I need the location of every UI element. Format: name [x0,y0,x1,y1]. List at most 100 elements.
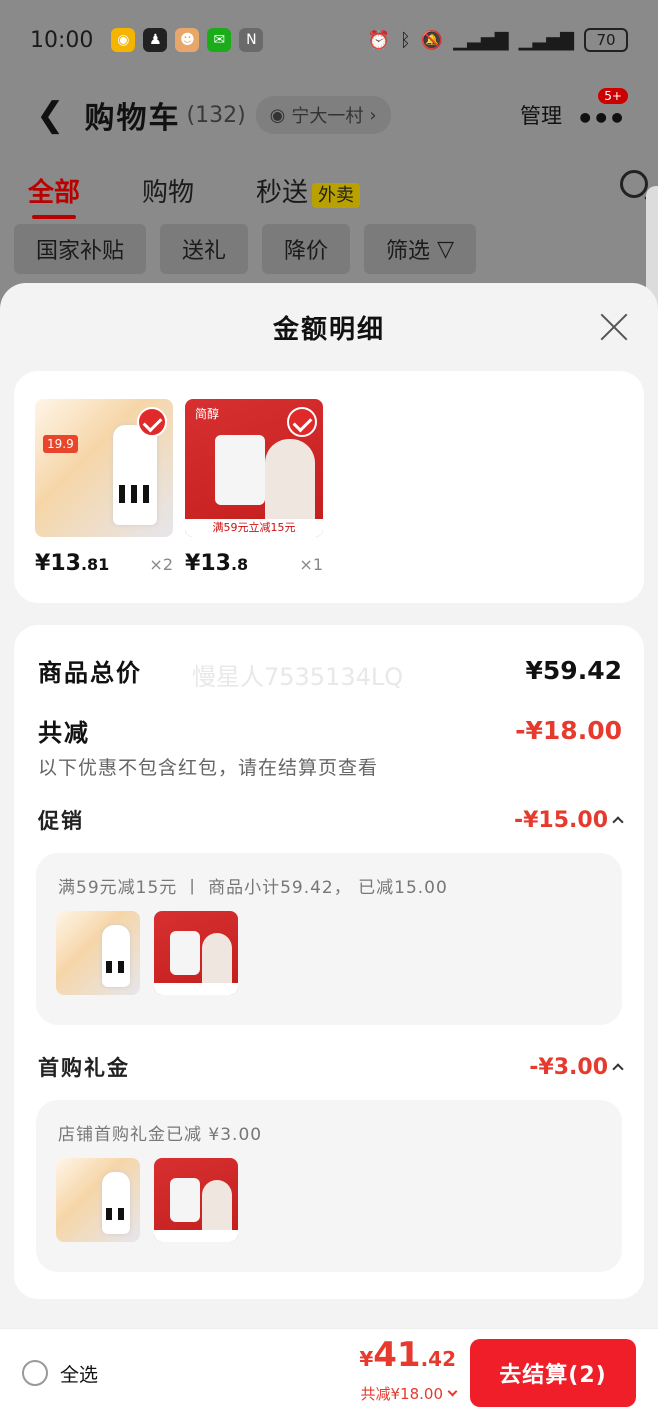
item-price-row: ¥ 13 .8 ×1 [185,551,323,576]
promo-label: 促销 [38,809,84,833]
promo-thumbs [56,911,238,995]
yogurt-bag [215,435,265,505]
back-icon[interactable]: ❮ [36,95,65,135]
yogurt-bag [170,1178,200,1222]
milk-bottle [102,1172,130,1234]
filter-price-drop[interactable]: 降价 [262,224,351,274]
filter-more-label: 筛选 [386,239,431,264]
tab-all[interactable]: 全部 [28,172,80,219]
thumb-tagline [154,1230,238,1242]
select-all-label[interactable]: 全选 [60,1360,98,1387]
final-total: ¥ 41 .42 [359,1335,456,1375]
tab-instant-label: 秒送 [256,177,309,208]
status-right: ⏰ ᛒ 🔕 ▁▃▅▇ ▁▃▅▇ 70 [368,28,628,52]
price-dec: .81 [80,555,110,574]
savings-toggle[interactable]: 共减¥18.00 [360,1383,458,1404]
close-icon[interactable] [600,313,628,341]
location-label: 宁大一村 [291,106,364,127]
spokesperson [265,439,315,529]
yogurt-thumb [154,911,238,995]
promo-row[interactable]: 促销 -¥15.00 [38,805,624,835]
promo-tagline: 满59元立减15元 [185,519,323,537]
filter-icon: ▽ [437,236,454,262]
price-dec: .8 [230,555,249,574]
gift-desc: 店铺首购礼金已减 ¥3.00 [58,1125,263,1145]
savings-text: 共减¥18.00 [360,1385,444,1403]
milk-thumb [56,911,140,995]
yogurt-product-image: 简醇 满59元立减15元 [185,399,323,537]
milk-product-image: 19.9 [35,399,173,537]
notification-badge: 5+ [598,88,628,104]
chevron-up-icon[interactable] [612,816,624,828]
bluetooth-icon: ᛒ [400,29,411,51]
tab-shopping[interactable]: 购物 [142,172,194,209]
amount-detail-sheet: 金额明细 19.9 ¥ 13 .81 ×2 简醇 满59元立减15元 ¥ 13 … [0,283,658,1416]
cart-tabs: 全部 购物 秒送 外卖 [28,162,648,219]
filter-subsidy[interactable]: 国家补贴 [14,224,147,274]
chevron-right-icon: › [369,104,377,126]
qq-icon: ♟ [143,28,168,52]
promo-detail-box: 满59元减15元 丨 商品小计59.42， 已减15.00 [36,853,622,1025]
mute-icon: 🔕 [420,29,444,51]
cart-count: (132) [186,102,246,128]
currency: ¥ [185,551,201,576]
discount-note: 以下优惠不包含红包，请在结算页查看 [38,757,379,779]
battery-icon: 70 [584,28,628,52]
selected-item[interactable]: 19.9 ¥ 13 .81 ×2 [35,399,173,576]
discount-row: 共减 -¥18.00 [38,713,622,748]
price-int: 13 [50,551,81,576]
weibo-icon: ◉ [111,28,136,52]
search-icon[interactable] [620,170,648,198]
promo-label: 19.9 [43,435,78,453]
eye-icon: ◉ [269,104,286,126]
wechat-icon: ✉ [207,28,232,52]
filter-more[interactable]: 筛选 ▽ [364,224,476,274]
gift-value-wrap: -¥3.00 [529,1054,624,1080]
signal-icon: ▁▃▅▇ [453,29,509,51]
item-qty: ×2 [149,555,173,574]
total-label: 商品总价 [38,659,142,687]
yogurt-bag [170,931,200,975]
cart-header: ❮ 购物车 (132) ◉ 宁大一村 › 管理 ••• 5+ [0,80,658,150]
location-selector[interactable]: ◉ 宁大一村 › [255,96,391,134]
more-icon[interactable]: ••• [576,102,626,135]
thumb-tagline [154,983,238,995]
select-all-radio[interactable] [22,1360,48,1386]
spokesperson [202,933,232,989]
total-int: 41 [373,1335,421,1375]
gift-value: -¥3.00 [529,1054,608,1080]
filter-gift[interactable]: 送礼 [160,224,249,274]
promo-desc: 满59元减15元 丨 商品小计59.42， 已减15.00 [58,878,448,898]
currency: ¥ [359,1347,374,1371]
selected-item[interactable]: 简醇 满59元立减15元 ¥ 13 .8 ×1 [185,399,323,576]
filter-chips: 国家补贴 送礼 降价 筛选 ▽ [14,224,476,274]
discount-note-row: 以下优惠不包含红包，请在结算页查看 [38,753,622,780]
page-title: 购物车 [84,101,181,136]
milk-thumb [56,1158,140,1242]
milk-bottle [113,425,157,525]
sheet-title: 金额明细 [272,315,385,345]
checkout-bar: 全选 ¥ 41 .42 共减¥18.00 去结算(2) [0,1328,658,1416]
total-value: ¥59.42 [525,656,622,685]
gift-label: 首购礼金 [38,1056,130,1080]
manage-button[interactable]: 管理 [520,100,562,130]
app-icon: ☻ [175,28,200,52]
discount-label: 共减 [38,719,90,747]
checked-icon[interactable] [287,407,317,437]
milk-bottle [102,925,130,987]
chevron-down-icon [447,1386,458,1397]
nfc-icon: N [239,28,264,52]
gift-detail-box: 店铺首购礼金已减 ¥3.00 [36,1100,622,1272]
discount-value: -¥18.00 [515,716,622,745]
gift-row[interactable]: 首购礼金 -¥3.00 [38,1052,624,1082]
currency: ¥ [35,551,51,576]
price-int: 13 [200,551,231,576]
product-header-text: 简醇 [195,407,220,421]
takeout-tag: 外卖 [312,182,361,208]
spokesperson [202,1180,232,1236]
checked-icon[interactable] [137,407,167,437]
tab-instant[interactable]: 秒送 外卖 [256,172,361,209]
checkout-button[interactable]: 去结算(2) [470,1339,636,1407]
alarm-icon: ⏰ [367,29,391,51]
chevron-up-icon[interactable] [612,1063,624,1075]
